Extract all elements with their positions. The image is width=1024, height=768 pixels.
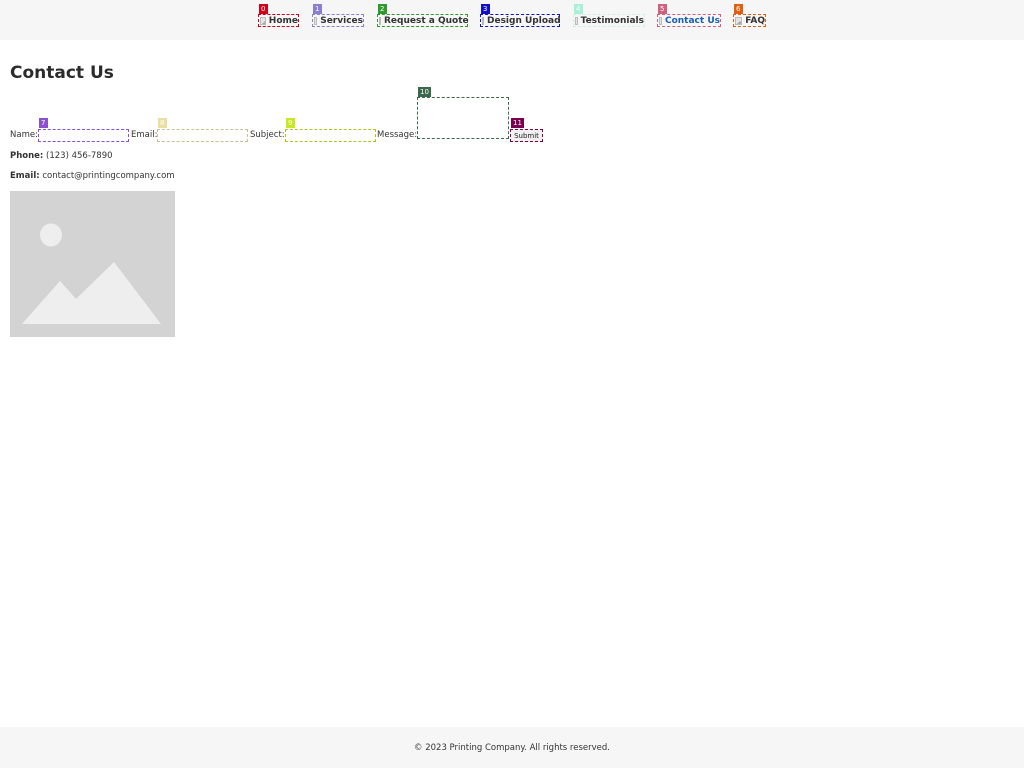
footer-copyright: © 2023 Printing Company. All rights rese…: [414, 742, 610, 753]
nav-faq-label: FAQ: [745, 15, 765, 26]
nav-request-quote-link[interactable]: 2 Request a Quote: [377, 4, 469, 27]
nav-home-label: Home: [268, 15, 298, 26]
mark-label: 9: [286, 118, 295, 128]
mark-label: 2: [378, 4, 387, 14]
top-navigation: 0 Home 1 Services 2 Request a Quote 3 De…: [0, 0, 1024, 40]
subject-input[interactable]: [285, 129, 376, 142]
nav-contact-us-label: Contact Us: [664, 15, 720, 26]
image-placeholder: [10, 191, 175, 337]
nav-design-upload-link[interactable]: 3 Design Upload: [480, 4, 561, 27]
nav-faq-link[interactable]: 6 FAQ: [733, 4, 766, 27]
mark-label: 1: [313, 4, 322, 14]
nav-services-link[interactable]: 1 Services: [312, 4, 364, 27]
email-input[interactable]: [157, 129, 248, 142]
nav-contact-us-link[interactable]: 5 Contact Us: [657, 4, 721, 27]
nav-design-upload-label: Design Upload: [487, 15, 561, 26]
broken-image-icon: [482, 16, 484, 25]
message-textarea[interactable]: [417, 97, 509, 139]
nav-home-link[interactable]: 0 Home: [258, 4, 299, 27]
phone-value: (123) 456-7890: [46, 151, 113, 161]
mark-label: 3: [481, 4, 490, 14]
mark-label: 6: [734, 4, 743, 14]
message-label: Message:: [377, 130, 418, 140]
broken-image-icon: [735, 16, 743, 25]
email-info: Email: contact@printingcompany.com: [10, 171, 175, 181]
broken-image-icon: [260, 16, 266, 25]
mark-label: 11: [511, 118, 524, 128]
broken-image-icon: [379, 16, 381, 25]
phone-label: Phone:: [10, 151, 44, 161]
mark-label: 0: [259, 4, 268, 14]
submit-button[interactable]: Submit: [510, 129, 543, 142]
nav-testimonials-link[interactable]: 4 Testimonials: [573, 4, 645, 27]
mark-label: 7: [39, 118, 48, 128]
nav-testimonials-label: Testimonials: [580, 15, 644, 26]
nav-services-label: Services: [320, 15, 363, 26]
mark-label: 5: [658, 4, 667, 14]
image-placeholder-icon: [10, 191, 175, 337]
email-value: contact@printingcompany.com: [42, 171, 175, 181]
broken-image-icon: [659, 16, 662, 25]
phone-info: Phone: (123) 456-7890: [10, 151, 113, 161]
mark-label: 8: [158, 118, 167, 128]
email-label: Email:: [131, 130, 158, 140]
broken-image-icon: [314, 16, 318, 25]
name-input[interactable]: [38, 129, 129, 142]
page-title: Contact Us: [10, 63, 114, 83]
email-info-label: Email:: [10, 171, 40, 181]
broken-image-icon: [575, 16, 578, 25]
name-label: Name:: [10, 130, 38, 140]
footer: © 2023 Printing Company. All rights rese…: [0, 727, 1024, 768]
subject-label: Subject:: [250, 130, 285, 140]
mark-label: 10: [418, 87, 431, 97]
mark-label: 4: [574, 4, 583, 14]
nav-request-quote-label: Request a Quote: [384, 15, 469, 26]
